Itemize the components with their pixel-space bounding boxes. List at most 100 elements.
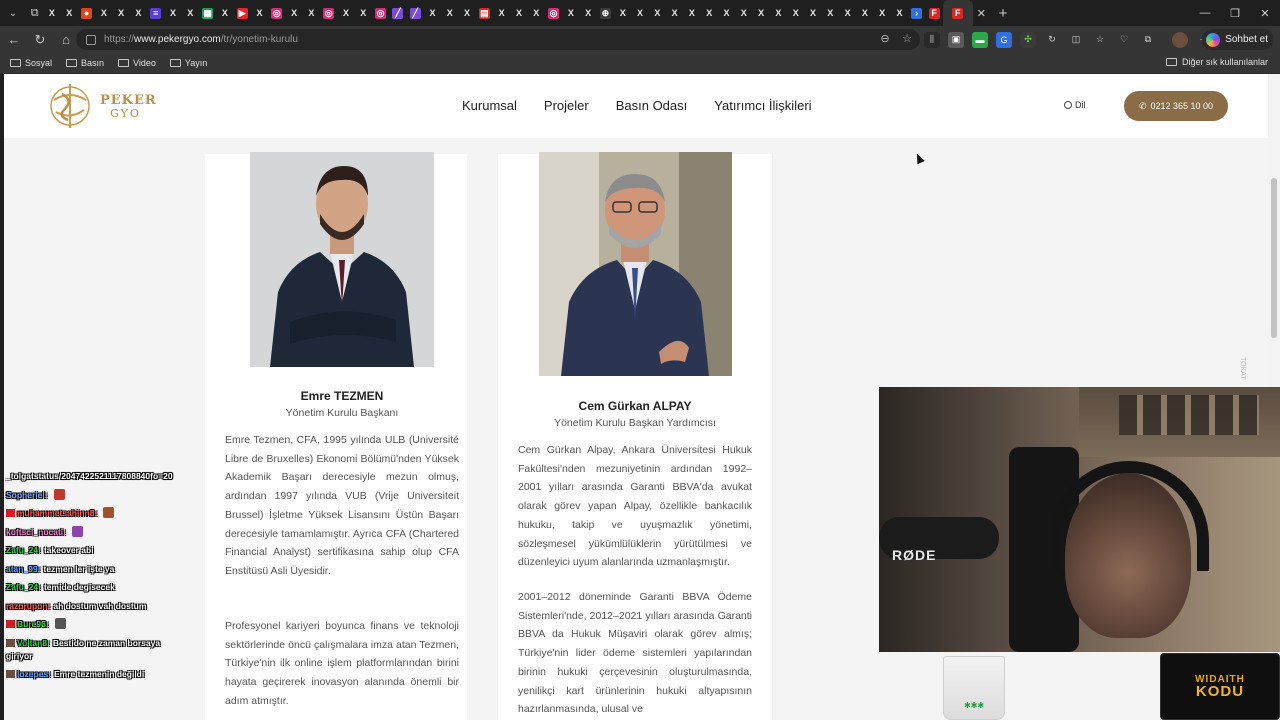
browser-tab[interactable]: ◎	[268, 0, 285, 26]
browser-tab[interactable]: X	[528, 0, 545, 26]
peker-gyo-logo[interactable]: PEKER GYO	[44, 80, 156, 132]
active-tab[interactable]: F	[942, 0, 973, 26]
browser-tab[interactable]: X	[562, 0, 579, 26]
chat-text: tezmen ler işte ya	[43, 563, 115, 574]
browser-tab[interactable]: X	[112, 0, 129, 26]
translate-icon[interactable]: G	[996, 31, 1012, 48]
bookmark-folder-video[interactable]: Video	[118, 58, 156, 68]
profile-avatar[interactable]	[1172, 31, 1188, 48]
browser-tab[interactable]: X	[182, 0, 199, 26]
browser-tab[interactable]: ▤	[476, 0, 493, 26]
browser-tab[interactable]: ╱	[389, 0, 406, 26]
workspaces-icon[interactable]: ⧉	[26, 0, 43, 26]
browser-tab[interactable]: X	[683, 0, 700, 26]
browser-tab[interactable]: X	[458, 0, 475, 26]
browser-tab[interactable]: ›	[908, 0, 925, 26]
minimize-icon[interactable]: —	[1190, 0, 1220, 26]
zoom-icon[interactable]: ⊖	[878, 32, 892, 46]
extension-green-icon[interactable]: ▬	[972, 31, 988, 48]
browser-tab[interactable]: X	[95, 0, 112, 26]
browser-tab[interactable]: X	[216, 0, 233, 26]
collections-icon[interactable]: ⧉	[1140, 32, 1156, 48]
browser-tab[interactable]: X	[61, 0, 78, 26]
browser-tab[interactable]: X	[631, 0, 648, 26]
close-window-icon[interactable]: ✕	[1250, 0, 1280, 26]
browser-tab[interactable]: X	[251, 0, 268, 26]
browser-tab[interactable]: X	[856, 0, 873, 26]
browser-tab[interactable]: X	[130, 0, 147, 26]
tab-search-chevron-icon[interactable]: ⌄	[0, 0, 26, 26]
browser-tab[interactable]: X	[337, 0, 354, 26]
extension-grid-icon[interactable]: ✣	[1020, 31, 1036, 48]
phone-call-button[interactable]: ✆ 0212 365 10 00	[1124, 91, 1228, 121]
browser-tab[interactable]: X	[164, 0, 181, 26]
site-info-icon[interactable]	[86, 34, 96, 45]
browser-tab[interactable]: X	[580, 0, 597, 26]
favorites-icon[interactable]: ☆	[1092, 32, 1108, 48]
nav-basin-odasi[interactable]: Basın Odası	[616, 98, 688, 113]
browser-tab[interactable]: X	[787, 0, 804, 26]
x-icon: X	[775, 7, 782, 18]
browser-tab[interactable]: X	[874, 0, 891, 26]
browser-tab[interactable]: X	[804, 0, 821, 26]
restore-icon[interactable]: ❐	[1220, 0, 1250, 26]
browser-tab[interactable]: X	[510, 0, 527, 26]
browser-tab[interactable]: X	[424, 0, 441, 26]
browser-tab[interactable]: ◎	[545, 0, 562, 26]
bookmark-folder-basin[interactable]: Basın	[66, 58, 104, 68]
reddit-icon: ●	[81, 7, 93, 19]
browser-tab[interactable]: ▶	[234, 0, 251, 26]
browser-tab[interactable]: X	[770, 0, 787, 26]
new-tab-button[interactable]: +	[990, 5, 1016, 22]
browser-tab[interactable]: ◎	[372, 0, 389, 26]
reading-icon[interactable]: ⫼	[924, 31, 940, 48]
browser-tab[interactable]: X	[839, 0, 856, 26]
browser-essentials-icon[interactable]: ♡	[1116, 32, 1132, 48]
nav-projeler[interactable]: Projeler	[544, 98, 589, 113]
browser-tab[interactable]: X	[822, 0, 839, 26]
browser-tab[interactable]: X	[735, 0, 752, 26]
browser-tab[interactable]: X	[355, 0, 372, 26]
scrollbar-thumb[interactable]	[1271, 178, 1277, 338]
back-icon[interactable]: ←	[2, 28, 26, 52]
bookmark-folder-sosyal[interactable]: Sosyal	[10, 58, 52, 68]
browser-tab[interactable]: X	[649, 0, 666, 26]
nav-kurumsal[interactable]: Kurumsal	[462, 98, 517, 113]
copilot-chat-button[interactable]: Sohbet et	[1202, 29, 1274, 50]
language-selector[interactable]: Dil	[1064, 100, 1086, 110]
bookmark-folder-yayin[interactable]: Yayın	[169, 58, 207, 68]
browser-tab[interactable]: ◎	[320, 0, 337, 26]
reload-icon[interactable]: ↻	[28, 28, 52, 52]
browser-tab[interactable]: X	[303, 0, 320, 26]
browser-tab[interactable]: X	[701, 0, 718, 26]
browser-tab[interactable]: X	[666, 0, 683, 26]
feather-icon: ╱	[392, 7, 404, 19]
browser-tab[interactable]: ▦	[199, 0, 216, 26]
f-icon: F	[928, 7, 940, 19]
browser-tab[interactable]: X	[43, 0, 60, 26]
favorite-star-icon[interactable]: ☆	[900, 32, 914, 46]
extension-icon[interactable]: ▣	[948, 31, 964, 48]
browser-tab[interactable]: ●	[78, 0, 95, 26]
browser-tab[interactable]: ≡	[147, 0, 164, 26]
browser-tab[interactable]: X	[891, 0, 908, 26]
browser-tab[interactable]: X	[614, 0, 631, 26]
nav-yatirimci-iliskileri[interactable]: Yatırımcı İlişkileri	[714, 98, 811, 113]
language-label: Dil	[1075, 100, 1086, 110]
browser-tab[interactable]: X	[285, 0, 302, 26]
background-frames	[1119, 395, 1259, 435]
browser-tab[interactable]: F	[925, 0, 942, 26]
chat-message: _tolgatstatus/2047422521117808840fo=20	[0, 470, 180, 483]
home-icon[interactable]: ⌂	[54, 28, 78, 52]
browser-tab[interactable]: X	[752, 0, 769, 26]
url-field[interactable]: https://www.pekergyo.com/tr/yonetim-kuru…	[76, 29, 920, 50]
browser-tab[interactable]: ╱	[407, 0, 424, 26]
split-screen-icon[interactable]: ◫	[1068, 32, 1084, 48]
other-bookmarks[interactable]: Diğer sık kullanılanlar	[1165, 57, 1268, 67]
browser-tab[interactable]: ⊕	[597, 0, 614, 26]
browser-tab[interactable]: X	[718, 0, 735, 26]
refresh-extension-icon[interactable]: ↻	[1044, 32, 1060, 48]
browser-tab[interactable]: X	[441, 0, 458, 26]
tab-close-icon[interactable]: ✕	[973, 0, 990, 26]
browser-tab[interactable]: X	[493, 0, 510, 26]
